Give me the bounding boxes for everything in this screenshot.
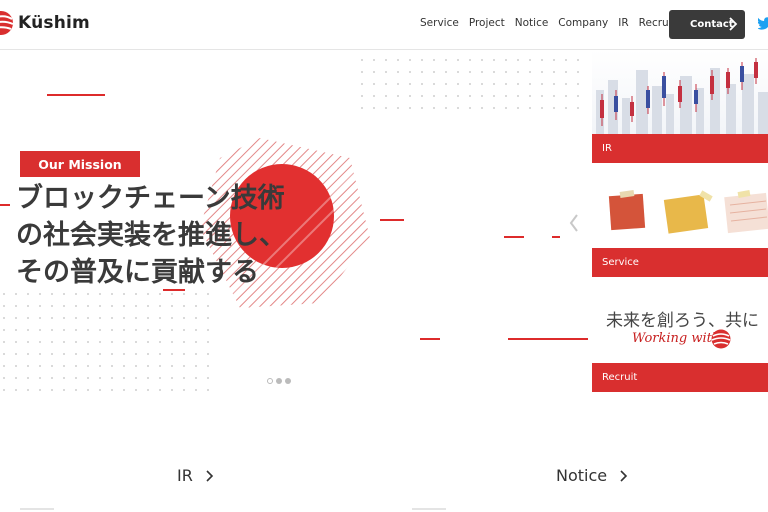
main-nav: Service Project Notice Company IR Recrui… <box>420 17 686 29</box>
dot-grid-top <box>361 59 579 109</box>
decor-line <box>420 338 440 340</box>
pager-dot[interactable] <box>285 378 291 384</box>
section-divider <box>20 508 54 510</box>
chevron-right-icon <box>620 469 628 482</box>
mission-badge: Our Mission <box>20 151 140 177</box>
ir-chart-image <box>596 58 768 134</box>
decor-line <box>552 236 560 238</box>
decor-line <box>380 219 404 221</box>
section-link-notice[interactable]: Notice <box>556 466 628 485</box>
brand-name: Küshim <box>18 13 90 33</box>
card-recruit[interactable]: 未来を創ろう、共に Working with Recruit <box>592 298 768 392</box>
pager-dot[interactable] <box>267 378 273 384</box>
nav-item-project[interactable]: Project <box>469 17 505 29</box>
pager-dot[interactable] <box>276 378 282 384</box>
contact-button[interactable]: Contact <box>669 10 745 39</box>
recruit-working-with: Working with <box>632 331 721 346</box>
kushim-logo-icon <box>711 329 731 349</box>
dot-grid-bottom-left <box>3 293 209 391</box>
sticky-notes-image <box>608 190 768 234</box>
nav-item-company[interactable]: Company <box>558 17 608 29</box>
slider-prev-arrow-icon[interactable] <box>568 213 580 233</box>
card-service-label: Service <box>592 248 768 277</box>
kushim-logo-icon <box>0 11 14 35</box>
slider-pagination <box>267 378 291 384</box>
decor-line <box>508 338 588 340</box>
section-divider <box>412 508 446 510</box>
section-link-label: Notice <box>556 466 608 485</box>
decor-line <box>0 204 10 206</box>
card-ir[interactable]: IR <box>592 50 768 163</box>
twitter-icon[interactable] <box>758 16 768 30</box>
card-ir-label: IR <box>592 134 768 163</box>
brand-logo[interactable]: Küshim <box>0 10 90 36</box>
decor-line <box>504 236 524 238</box>
hero-title-line: ブロックチェーン技術 <box>16 183 285 214</box>
chevron-right-icon <box>206 469 213 482</box>
site-header: Küshim Service Project Notice Company IR… <box>0 0 768 50</box>
nav-item-ir[interactable]: IR <box>618 17 628 29</box>
card-recruit-label: Recruit <box>592 363 768 392</box>
hero-title-line: その普及に貢献する <box>16 257 259 288</box>
recruit-tagline: 未来を創ろう、共に <box>606 311 759 331</box>
hero-title-line: の社会実装を推進し、 <box>16 220 286 251</box>
chevron-right-icon <box>729 17 738 31</box>
nav-item-service[interactable]: Service <box>420 17 459 29</box>
decor-line <box>47 94 105 96</box>
section-link-ir[interactable]: IR <box>177 466 214 485</box>
nav-item-notice[interactable]: Notice <box>515 17 549 29</box>
hero-title: ブロックチェーン技術 の社会実装を推進し、 その普及に貢献する <box>16 180 356 291</box>
section-link-label: IR <box>177 466 193 485</box>
card-service[interactable]: Service <box>592 183 768 277</box>
